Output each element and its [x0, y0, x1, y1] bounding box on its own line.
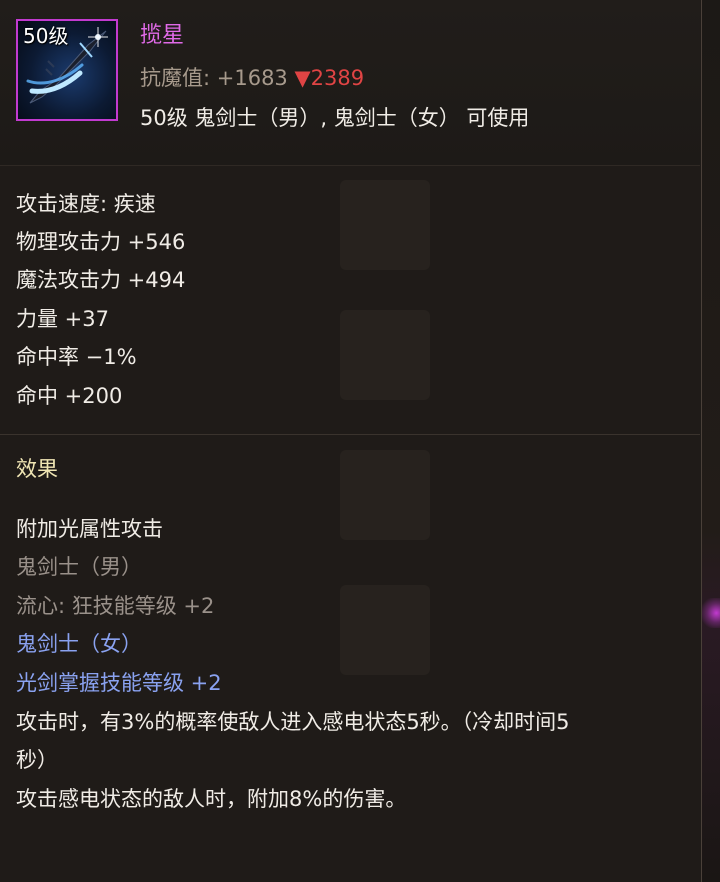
item-tooltip: 50级 揽星 抗魔值: +1683 ▼2389 50级 鬼剑士（男）, 鬼剑士（… [0, 0, 702, 882]
effect-female-skill: 光剑掌握技能等级 +2 [16, 671, 222, 695]
class-requirement: 50级 鬼剑士（男）, 鬼剑士（女） 可使用 [140, 106, 530, 130]
effect-description-1-cont: 秒） [16, 748, 58, 772]
section-divider [0, 434, 700, 435]
effect-male-class: 鬼剑士（男） [16, 555, 142, 579]
anti-magic-row: 抗魔值: +1683 ▼2389 [140, 64, 364, 92]
background-ghost-icon [340, 585, 430, 675]
effect-description-2: 攻击感电状态的敌人时，附加8%的伤害。 [16, 787, 407, 811]
effect-description-1: 攻击时，有3%的概率使敌人进入感电状态5秒。（冷却时间5 [16, 710, 570, 734]
effect-female-class: 鬼剑士（女） [16, 632, 142, 656]
stat-physical-attack: 物理攻击力 +546 [16, 230, 186, 254]
effect-male-skill: 流心: 狂技能等级 +2 [16, 594, 215, 618]
stat-magic-attack: 魔法攻击力 +494 [16, 268, 186, 292]
item-level-badge: 50级 [23, 24, 69, 48]
background-ghost-icon [340, 180, 430, 270]
effect-title: 效果 [16, 457, 58, 481]
stat-strength: 力量 +37 [16, 307, 109, 331]
anti-magic-value: +1683 [210, 66, 295, 90]
tooltip-header: 50级 揽星 抗魔值: +1683 ▼2389 50级 鬼剑士（男）, 鬼剑士（… [0, 0, 700, 166]
background-glow [702, 598, 720, 628]
anti-magic-label: 抗魔值: [140, 66, 211, 90]
stat-attack-speed: 攻击速度: 疾速 [16, 192, 156, 216]
anti-magic-decrease: ▼2389 [294, 66, 365, 90]
background-ghost-icon [340, 450, 430, 540]
background-ghost-icon [340, 310, 430, 400]
stat-hit: 命中 +200 [16, 384, 123, 408]
effect-light-element: 附加光属性攻击 [16, 517, 163, 541]
sword-icon: 50级 [16, 19, 118, 121]
stat-hit-rate: 命中率 −1% [16, 345, 137, 369]
item-name: 揽星 [140, 23, 185, 48]
background-panel [700, 0, 720, 882]
